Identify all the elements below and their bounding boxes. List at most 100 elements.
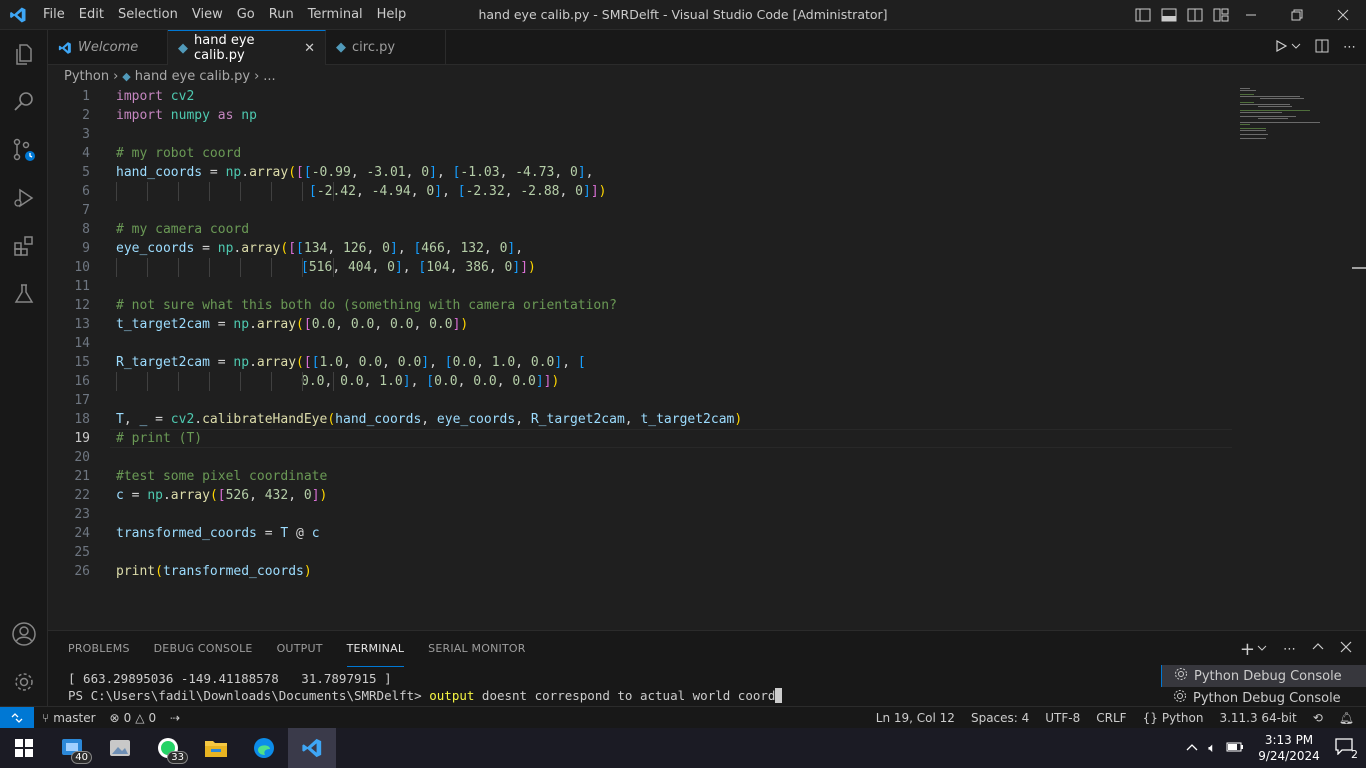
editor-scrollbar[interactable]	[1352, 87, 1366, 630]
menu-terminal[interactable]: Terminal	[301, 0, 370, 30]
close-tab-icon[interactable]: ✕	[304, 41, 315, 56]
battery-icon[interactable]	[1226, 741, 1244, 756]
braces-icon: {}	[1142, 711, 1158, 725]
tab-hand-eye-calib[interactable]: ◆ hand eye calib.py ✕	[168, 30, 326, 65]
code-editor[interactable]: 1 2 3 4 5 6 7 8 9 10 11 12 13 14 15 16 17 18 19 20 21 22 23 24 2…	[48, 87, 1366, 630]
line-number: 15	[74, 355, 90, 370]
tab-terminal[interactable]: TERMINAL	[346, 631, 405, 667]
problems-status[interactable]: ⊗ 0 △ 0	[110, 711, 157, 725]
indent-guide	[240, 372, 241, 391]
line-number: 5	[82, 165, 90, 180]
toggle-secondary-sidebar-icon[interactable]	[1185, 5, 1205, 25]
terminal-instance-1[interactable]: Python Debug Console	[1161, 665, 1366, 687]
show-hidden-icons-chevron-up-icon[interactable]	[1186, 741, 1198, 756]
split-editor-icon[interactable]	[1315, 39, 1329, 57]
error-icon: ⊗	[109, 710, 120, 725]
toggle-panel-icon[interactable]	[1159, 5, 1179, 25]
edge-browser-icon[interactable]	[240, 728, 288, 768]
menu-run[interactable]: Run	[262, 0, 301, 30]
indent-guide	[333, 182, 334, 201]
encoding[interactable]: UTF-8	[1045, 711, 1080, 725]
maximize-panel-chevron-up-icon[interactable]	[1312, 641, 1324, 657]
restore-icon[interactable]	[1274, 0, 1320, 30]
minimap[interactable]	[1238, 87, 1348, 147]
accounts-icon[interactable]	[0, 610, 48, 658]
branch-status[interactable]: ⑂ master	[42, 711, 96, 725]
tab-label: hand eye calib.py	[194, 33, 255, 63]
vscode-taskbar-icon[interactable]	[288, 728, 336, 768]
close-window-icon[interactable]	[1320, 0, 1366, 30]
indentation[interactable]: Spaces: 4	[971, 711, 1029, 725]
menu-view[interactable]: View	[185, 0, 230, 30]
explorer-icon[interactable]	[0, 30, 48, 78]
whatsapp-icon[interactable]: 33	[144, 728, 192, 768]
line-number: 4	[82, 146, 90, 161]
indent-guide	[302, 372, 303, 391]
line-number: 24	[74, 526, 90, 541]
more-actions-icon[interactable]: ⋯	[1283, 642, 1296, 657]
layout-controls	[1133, 0, 1231, 30]
terminal-command: output	[429, 688, 475, 703]
tab-debug-console[interactable]: DEBUG CONSOLE	[154, 631, 253, 667]
tab-serial-monitor[interactable]: SERIAL MONITOR	[428, 631, 525, 667]
line-number: 14	[74, 336, 90, 351]
system-tray: 🔈︎ 3:13 PM 9/24/2024 2	[1186, 728, 1366, 768]
source-control-icon[interactable]	[0, 126, 48, 174]
line-number: 2	[82, 108, 90, 123]
remote-indicator-icon[interactable]	[0, 706, 34, 729]
python-interpreter[interactable]: 3.11.3 64-bit	[1219, 711, 1296, 725]
run-and-debug-icon[interactable]	[0, 174, 48, 222]
tab-welcome[interactable]: Welcome	[48, 30, 168, 65]
indent-guide	[240, 258, 241, 277]
editor-tabs: Welcome ◆ hand eye calib.py ✕ ◆ circ.py …	[48, 30, 1366, 65]
taskbar-app-icon[interactable]: 40	[48, 728, 96, 768]
menu-selection[interactable]: Selection	[111, 0, 185, 30]
search-icon[interactable]	[0, 78, 48, 126]
terminal-list: Python Debug Console Python Debug Consol…	[1161, 665, 1366, 709]
language-mode[interactable]: {} Python	[1143, 711, 1204, 725]
breadcrumb-root[interactable]: Python	[64, 69, 109, 84]
minimize-icon[interactable]	[1228, 0, 1274, 30]
tab-label: circ.py	[352, 40, 396, 55]
line-number: 26	[74, 564, 90, 579]
notifications-bell-icon[interactable]: 🔔︎	[1339, 711, 1354, 725]
testing-icon[interactable]	[0, 270, 48, 318]
cursor-position[interactable]: Ln 19, Col 12	[876, 711, 955, 725]
line-number: 6	[82, 184, 90, 199]
feedback-icon[interactable]: ⟲	[1313, 711, 1323, 725]
vscode-logo-icon[interactable]	[0, 0, 36, 30]
extensions-icon[interactable]	[0, 222, 48, 270]
tab-output[interactable]: OUTPUT	[277, 631, 323, 667]
menu-bar: File Edit Selection View Go Run Terminal…	[36, 0, 413, 30]
menu-help[interactable]: Help	[370, 0, 414, 30]
menu-file[interactable]: File	[36, 0, 72, 30]
python-file-icon: ◆	[178, 40, 188, 56]
photos-app-icon[interactable]	[96, 728, 144, 768]
indent-guide	[271, 258, 272, 277]
taskbar-clock[interactable]: 3:13 PM 9/24/2024	[1254, 732, 1324, 764]
file-explorer-icon[interactable]	[192, 728, 240, 768]
terminal-prompt-line[interactable]: PS C:\Users\fadil\Downloads\Documents\SM…	[68, 686, 783, 705]
volume-icon[interactable]: 🔈︎	[1208, 741, 1216, 756]
line-number: 19	[74, 431, 90, 446]
terminal-dropdown-chevron-icon[interactable]	[1257, 642, 1267, 657]
breadcrumb-file[interactable]: hand eye calib.py	[135, 69, 250, 84]
more-actions-icon[interactable]: ⋯	[1343, 40, 1356, 55]
debug-status-icon[interactable]: ⇢	[170, 711, 180, 725]
line-number: 8	[82, 222, 90, 237]
notification-center-icon[interactable]: 2	[1334, 737, 1358, 761]
start-windows-icon[interactable]	[0, 728, 48, 768]
manage-gear-icon[interactable]	[0, 658, 48, 706]
menu-edit[interactable]: Edit	[72, 0, 111, 30]
new-terminal-plus-icon[interactable]: +	[1240, 639, 1255, 660]
toggle-primary-sidebar-icon[interactable]	[1133, 5, 1153, 25]
breadcrumb-more[interactable]: ...	[263, 69, 275, 84]
close-panel-icon[interactable]	[1340, 641, 1352, 657]
run-dropdown-chevron-icon[interactable]	[1291, 40, 1301, 55]
run-python-file-icon[interactable]	[1275, 39, 1288, 56]
menu-go[interactable]: Go	[230, 0, 262, 30]
end-of-line[interactable]: CRLF	[1096, 711, 1126, 725]
tab-circ[interactable]: ◆ circ.py	[326, 30, 446, 65]
tab-problems[interactable]: PROBLEMS	[68, 631, 130, 667]
whatsapp-badge: 33	[167, 751, 188, 764]
